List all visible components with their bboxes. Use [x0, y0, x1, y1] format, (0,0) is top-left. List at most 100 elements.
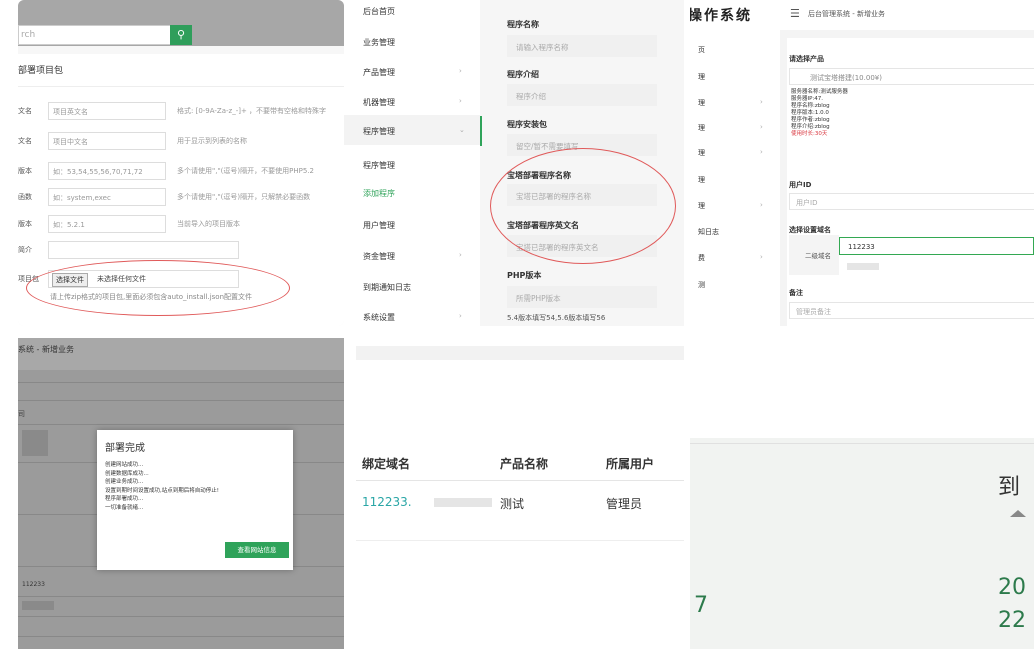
field-hint: 用于显示到列表的名称 [177, 137, 247, 145]
sidebar-item-machines[interactable]: 机器管理 › [363, 97, 462, 108]
modal-log: 创建网站成功... 创建数据库成功... 创建业务成功... 设置到期时间设置成… [105, 462, 219, 511]
col-header-user: 所属用户 [606, 457, 655, 471]
php-version-input[interactable]: 如：53,54,55,56,70,71,72 [48, 162, 166, 180]
deploy-complete-panel: 系统 - 新增业务 司 112233 部署完成 创建网站成功... 创建数据库成… [18, 338, 344, 649]
php-version-input[interactable]: 所需PHP版本 [507, 286, 657, 308]
stat-number: 20 [998, 575, 1026, 600]
domain-input[interactable]: 112233 [839, 237, 1034, 255]
program-intro-input[interactable]: 程序介绍 [507, 84, 657, 106]
field-label: 版本 [18, 220, 32, 228]
product-select[interactable]: 测试宝塔搭建(10.00¥) [789, 68, 1034, 85]
sidebar-item-add-program[interactable]: 添加程序 [363, 188, 395, 199]
chevron-down-icon: ⌄ [459, 126, 465, 134]
divider [18, 400, 344, 401]
field-hint: 多个请使用","(逗号)隔开，只解禁必要函数 [177, 193, 311, 201]
stats-area: 到 7 20 22 [690, 438, 1034, 649]
domain-table-panel: 绑定域名 产品名称 所属用户 112233. 测试 管理员 [344, 338, 684, 649]
sidebar-item[interactable]: 知日志 [698, 227, 719, 237]
intro-input[interactable] [48, 241, 239, 259]
new-business-panel: 操作系统 ☰ 后台管理系统 - 新增业务 页 理 理 › 理 › 理 › 理 理 › 知… [690, 0, 1034, 326]
redacted-block [847, 263, 879, 270]
highlight-ellipse [490, 148, 676, 264]
search-input[interactable]: rch [18, 25, 171, 45]
version-input[interactable]: 如：5.2.1 [48, 215, 166, 233]
form-row: 版本 如：53,54,55,56,70,71,72 多个请使用","(逗号)隔开… [18, 162, 344, 180]
deploy-package-panel: rch ⚲ 部署项目包 文名 项目英文名 格式: [0-9A-Za-z_-]+ … [18, 0, 344, 326]
deploy-complete-modal: 部署完成 创建网站成功... 创建数据库成功... 创建业务成功... 设置到期… [97, 430, 293, 570]
view-site-button[interactable]: 查看网站信息 [225, 542, 289, 558]
modal-title: 部署完成 [105, 443, 145, 454]
sidebar-item-business[interactable]: 业务管理 [363, 37, 395, 48]
sidebar-item[interactable]: 理 › [698, 201, 763, 211]
sidebar-item-programs[interactable]: 程序管理 ⌄ [363, 126, 465, 137]
field-label: 请选择产品 [789, 55, 824, 63]
divider [18, 424, 344, 425]
sidebar-item[interactable]: 理 › [698, 98, 763, 108]
php-hint: 5.4版本填写54,5.6版本填写56 [507, 314, 606, 322]
field-label: 版本 [18, 167, 32, 175]
page-title: 部署项目包 [18, 66, 64, 76]
sidebar-item[interactable]: 理 [698, 175, 705, 185]
owner-user: 管理员 [606, 497, 643, 511]
header: 操作系统 ☰ 后台管理系统 - 新增业务 [690, 0, 1034, 30]
domain-link[interactable]: 112233. [362, 495, 412, 509]
sidebar-item[interactable]: 页 [698, 45, 705, 55]
sidebar-item[interactable]: 理 › [698, 148, 763, 158]
sidebar-item-home[interactable]: 后台首页 [363, 6, 395, 17]
sidebar-item[interactable]: 理 [698, 72, 705, 82]
program-form: 程序名称 请输入程序名称 程序介绍 程序介绍 程序安装包 留空/暂不需要填写 宝… [480, 0, 684, 326]
search-icon: ⚲ [176, 28, 186, 41]
product-name: 测试 [500, 497, 525, 511]
sidebar-item[interactable]: 理 › [698, 123, 763, 133]
chinese-name-input[interactable]: 项目中文名 [48, 132, 166, 150]
breadcrumb: 后台管理系统 - 新增业务 [808, 10, 885, 18]
sidebar: 后台首页 业务管理 产品管理 › 机器管理 › 程序管理 ⌄ 程序管理 添加程序 用户… [344, 0, 480, 326]
business-form: 请选择产品 测试宝塔搭建(10.00¥) 服务器名称:测试服务器 服务器IP:4… [787, 38, 1034, 326]
field-label: 用户ID [789, 181, 812, 189]
divider [18, 382, 344, 383]
col-header-product: 产品名称 [500, 457, 549, 471]
english-name-input[interactable]: 项目英文名 [48, 102, 166, 120]
header: 系统 - 新增业务 [18, 338, 344, 370]
chevron-right-icon: › [459, 67, 462, 75]
divider [18, 596, 344, 597]
user-id-input[interactable]: 用户ID [789, 193, 1034, 210]
chevron-right-icon: › [459, 97, 462, 105]
search-button[interactable]: ⚲ [170, 25, 192, 45]
program-name-input[interactable]: 请输入程序名称 [507, 35, 657, 57]
list-value: 112233 [22, 581, 45, 588]
field-hint: 多个请使用","(逗号)隔开，不要使用PHP5.2 [177, 167, 314, 175]
product-info: 服务器名称:测试服务器 服务器IP:47. 程序名称:zblog 程序版本:1.… [791, 89, 848, 137]
add-program-panel: 后台首页 业务管理 产品管理 › 机器管理 › 程序管理 ⌄ 程序管理 添加程序 用户… [344, 0, 684, 326]
chevron-right-icon: › [459, 251, 462, 259]
domain-table: 绑定域名 产品名称 所属用户 112233. 测试 管理员 [356, 441, 684, 541]
sidebar-item-funds[interactable]: 资金管理 › [363, 251, 462, 262]
sidebar-item-program-manage[interactable]: 程序管理 [363, 160, 395, 171]
divider [690, 443, 1034, 444]
form-row: 文名 项目英文名 格式: [0-9A-Za-z_-]+ ，不要带有空格和特殊字 [18, 102, 344, 120]
redacted-block [22, 601, 54, 610]
form-row: 版本 如：5.2.1 当前导入的项目版本 [18, 215, 344, 233]
top-bar [356, 346, 684, 360]
sidebar-item-expire-log[interactable]: 到期通知日志 [363, 282, 411, 293]
menu-icon[interactable]: ☰ [790, 7, 800, 20]
breadcrumb: 系统 - 新增业务 [18, 345, 74, 354]
highlight-ellipse [26, 260, 290, 316]
col-header-domain: 绑定域名 [362, 457, 411, 471]
field-label: 选择设置域名 [789, 226, 831, 234]
sidebar-item-users[interactable]: 用户管理 [363, 220, 395, 231]
functions-input[interactable]: 如：system,exec [48, 188, 166, 206]
stat-number: 7 [694, 593, 708, 618]
brand-title: 操作系统 [690, 8, 752, 24]
sidebar-item-settings[interactable]: 系统设置 › [363, 312, 462, 323]
note-input[interactable]: 管理员备注 [789, 302, 1034, 319]
sidebar-item[interactable]: 测 [698, 280, 705, 290]
field-label: 程序安装包 [507, 120, 547, 129]
sidebar-item[interactable]: 费 › [698, 253, 763, 263]
table-row: 112233. 测试 管理员 [356, 481, 684, 541]
dashboard-fragment-panel: 到 7 20 22 [690, 338, 1034, 649]
redacted-block [22, 430, 48, 456]
table-header: 绑定域名 产品名称 所属用户 [356, 441, 684, 481]
sidebar-item-products[interactable]: 产品管理 › [363, 67, 462, 78]
divider [18, 86, 344, 87]
